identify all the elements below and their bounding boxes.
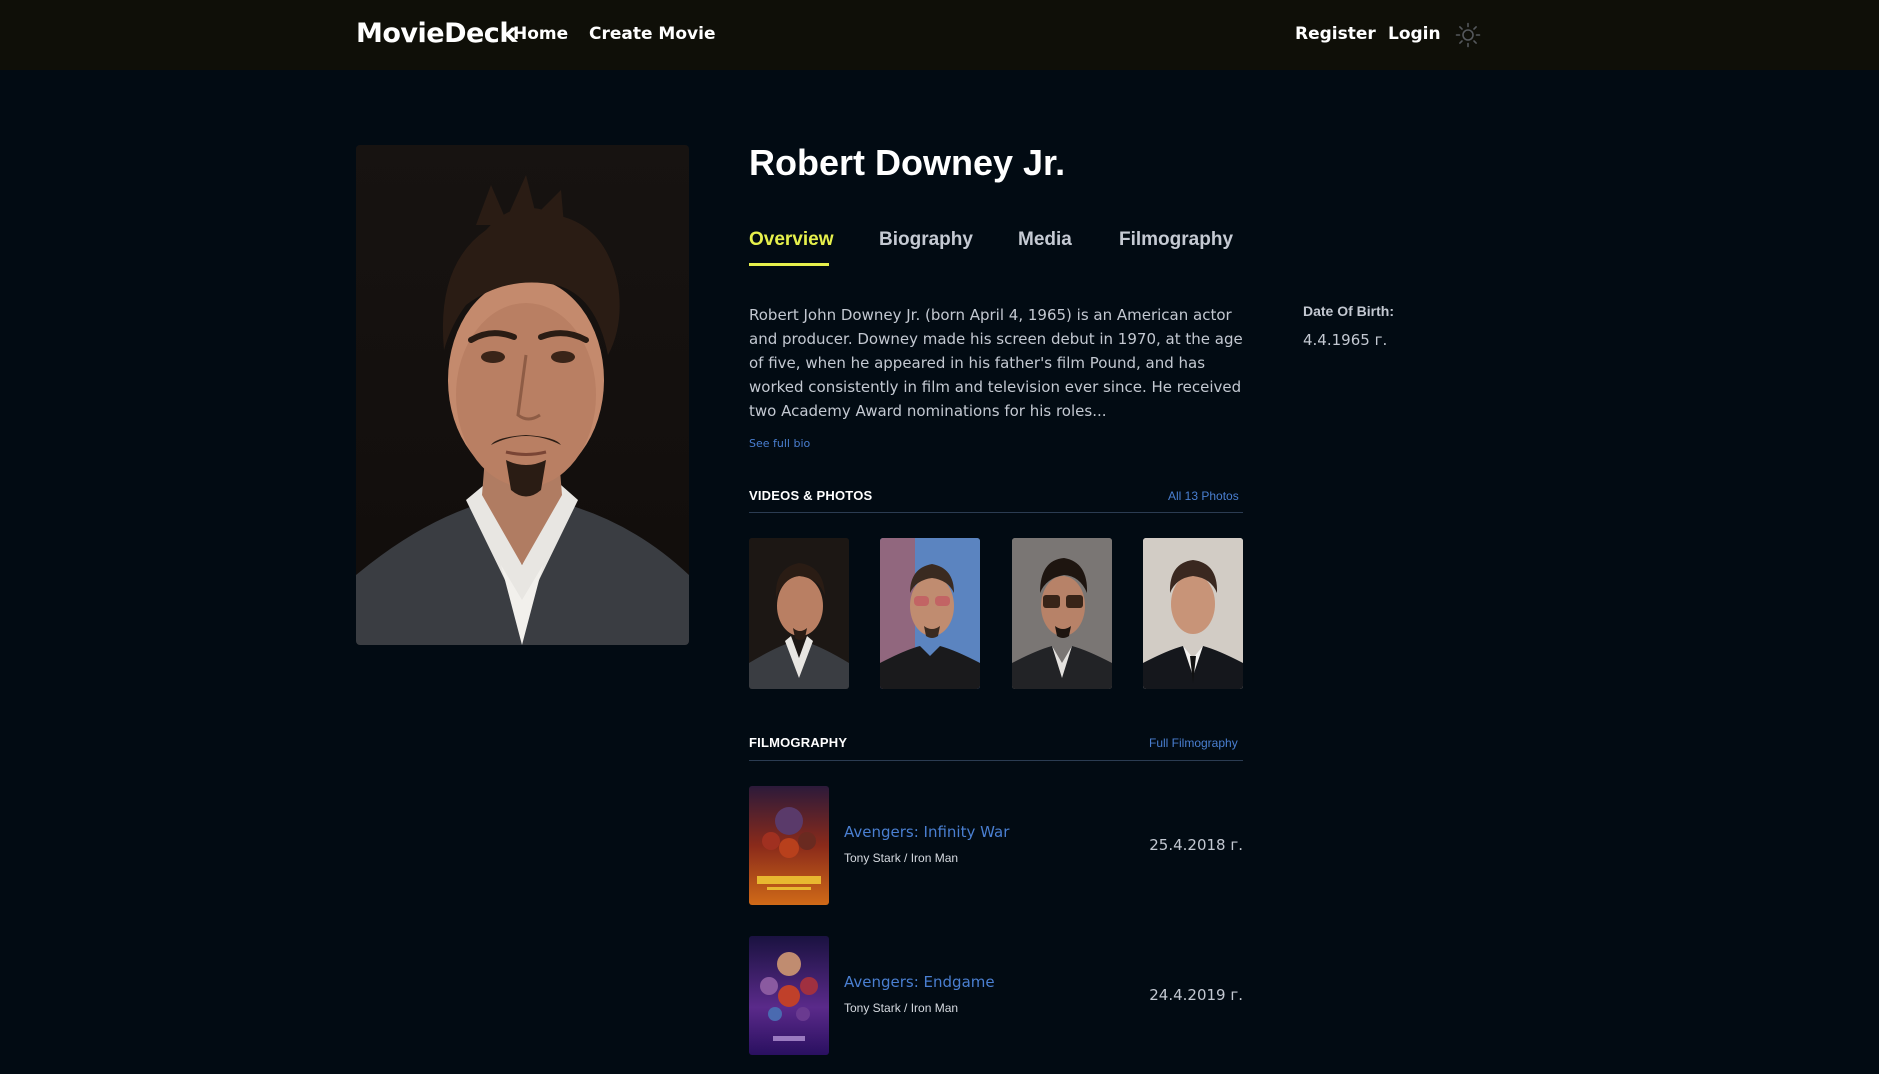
filmography-section-title: FILMOGRAPHY bbox=[749, 735, 848, 750]
tab-overview[interactable]: Overview bbox=[749, 229, 834, 251]
sun-icon[interactable] bbox=[1455, 22, 1481, 48]
media-thumbnail[interactable] bbox=[880, 538, 980, 689]
person-name: Robert Downey Jr. bbox=[749, 142, 1066, 183]
all-photos-link[interactable]: All 13 Photos bbox=[1168, 489, 1239, 503]
film-release-date: 25.4.2018 г. bbox=[1149, 836, 1243, 854]
brand-logo[interactable]: MovieDeck bbox=[356, 18, 517, 49]
see-full-bio-link[interactable]: See full bio bbox=[749, 437, 810, 450]
film-poster[interactable] bbox=[749, 786, 829, 905]
nav-create-movie[interactable]: Create Movie bbox=[589, 24, 715, 44]
tab-biography[interactable]: Biography bbox=[879, 229, 973, 251]
film-role: Tony Stark / Iron Man bbox=[844, 1001, 959, 1015]
full-filmography-link[interactable]: Full Filmography bbox=[1149, 736, 1238, 750]
nav-home[interactable]: Home bbox=[513, 24, 568, 44]
film-title-link[interactable]: Avengers: Infinity War bbox=[844, 823, 1009, 841]
dob-label: Date Of Birth: bbox=[1303, 303, 1394, 319]
bio-summary: Robert John Downey Jr. (born April 4, 19… bbox=[749, 306, 1243, 420]
dob-value: 4.4.1965 г. bbox=[1303, 331, 1388, 349]
media-divider bbox=[749, 512, 1243, 513]
film-release-date: 24.4.2019 г. bbox=[1149, 986, 1243, 1004]
film-role: Tony Stark / Iron Man bbox=[844, 851, 959, 865]
tab-filmography[interactable]: Filmography bbox=[1119, 229, 1233, 251]
tab-media[interactable]: Media bbox=[1018, 229, 1072, 251]
nav-login[interactable]: Login bbox=[1388, 24, 1441, 44]
media-thumbnail[interactable] bbox=[1012, 538, 1112, 689]
media-thumbnail[interactable] bbox=[749, 538, 849, 689]
nav-register[interactable]: Register bbox=[1295, 24, 1376, 44]
active-tab-indicator bbox=[749, 263, 829, 266]
media-section-title: VIDEOS & PHOTOS bbox=[749, 488, 873, 503]
media-thumbnail[interactable] bbox=[1143, 538, 1243, 689]
film-title-link[interactable]: Avengers: Endgame bbox=[844, 973, 995, 991]
filmography-divider bbox=[749, 760, 1243, 761]
navbar: MovieDeck Home Create Movie Register Log… bbox=[0, 0, 1879, 70]
film-poster[interactable] bbox=[749, 936, 829, 1055]
profile-photo bbox=[356, 145, 689, 645]
